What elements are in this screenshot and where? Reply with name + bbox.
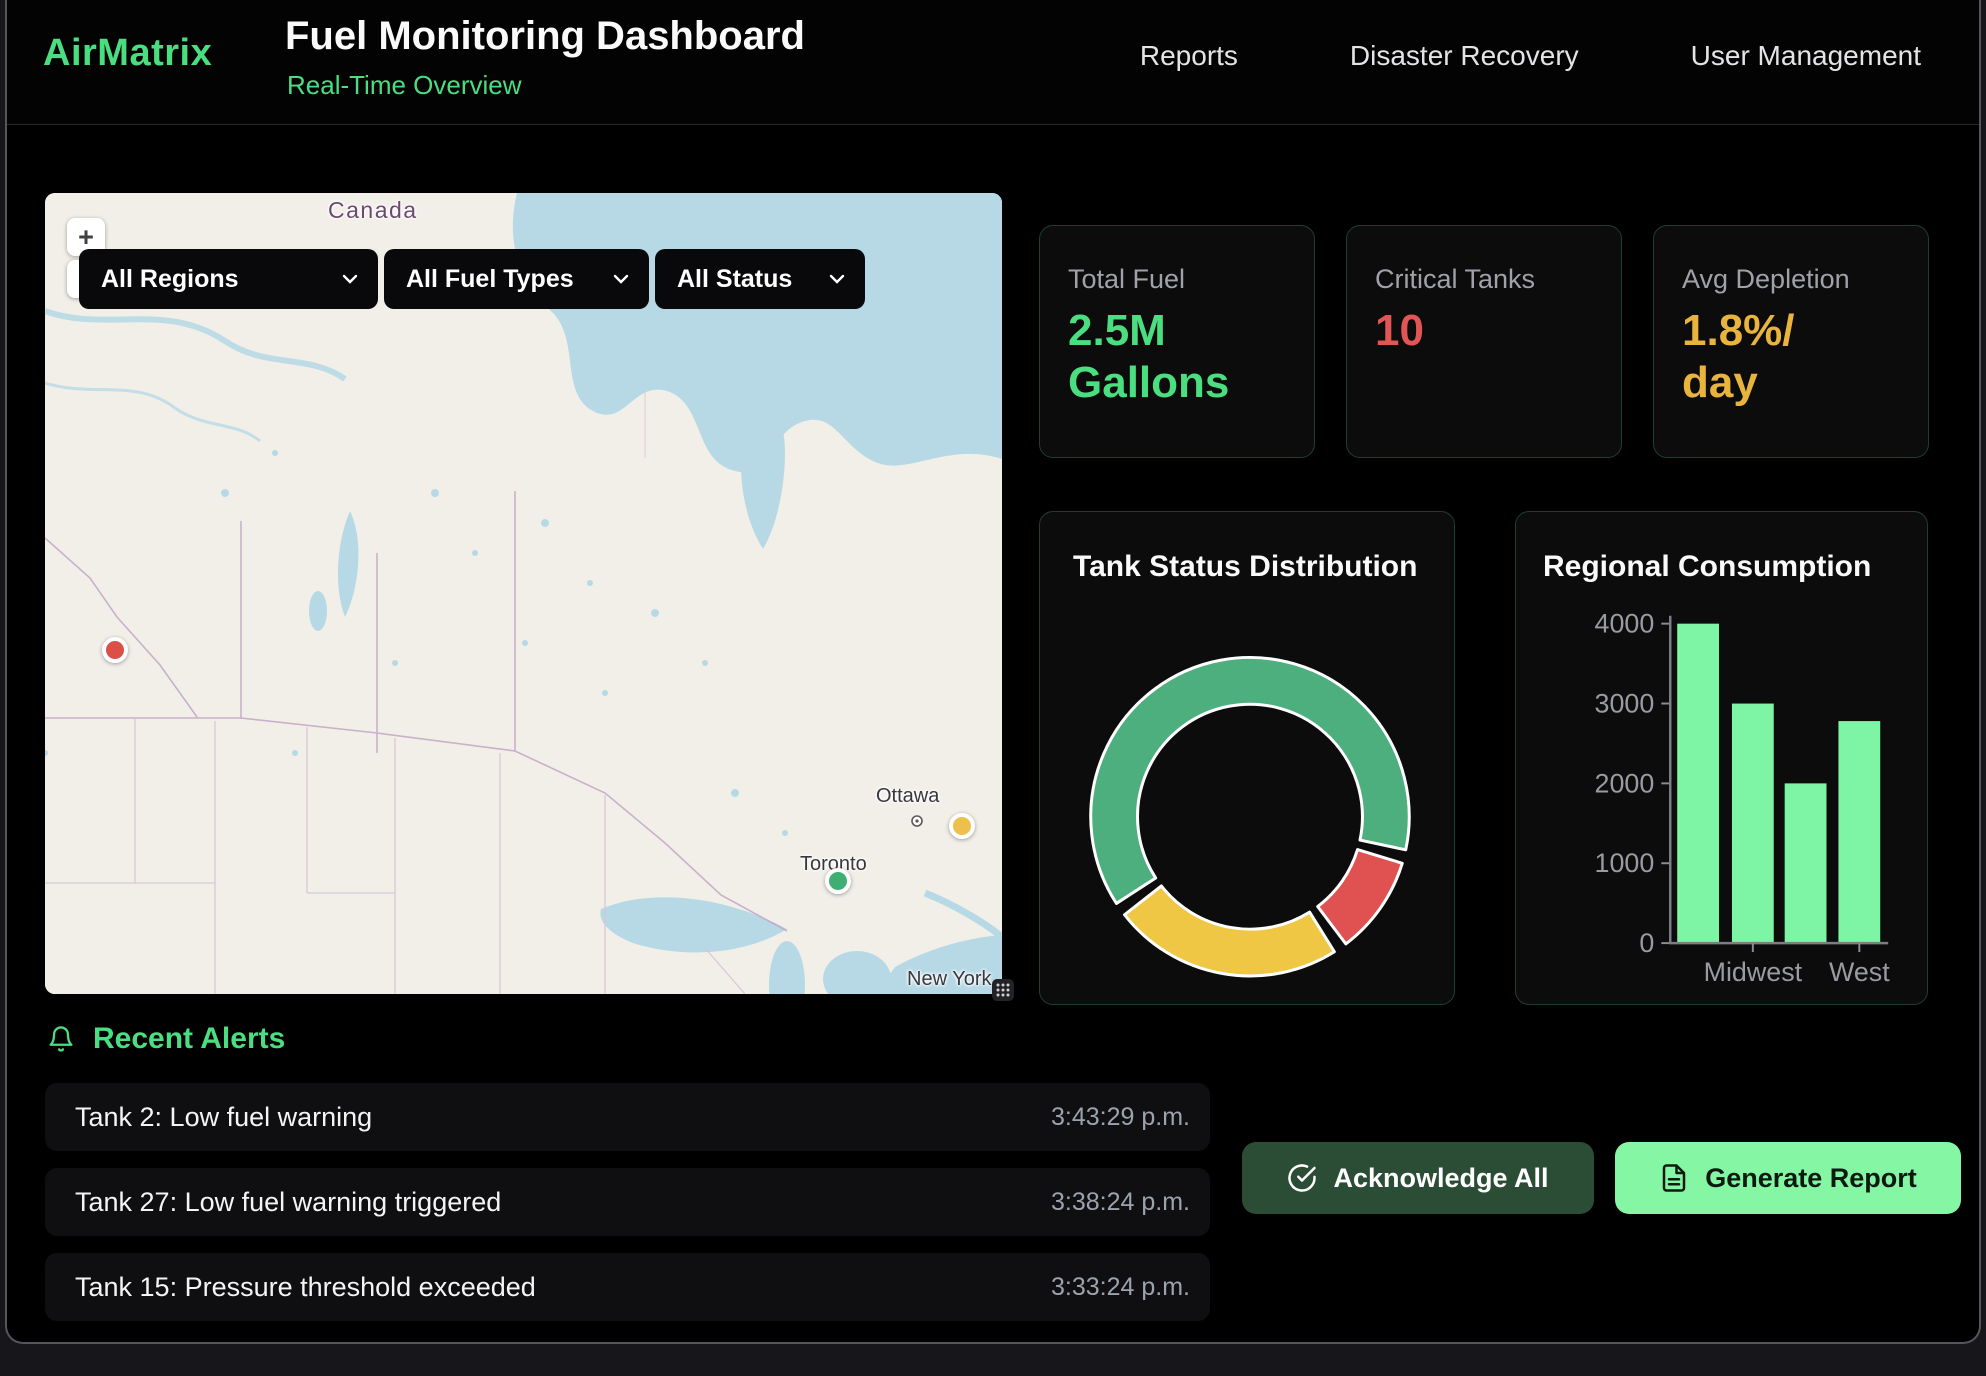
map-marker-warning[interactable] [949,813,975,839]
alert-message: Tank 2: Low fuel warning [75,1102,372,1133]
nav-item-user-management[interactable]: User Management [1691,40,1921,72]
app-window: AirMatrix Fuel Monitoring Dashboard Real… [5,0,1981,1344]
tank-status-donut-chart [1040,512,1454,1004]
map-label-canada: Canada [328,197,418,224]
map-label-ottawa: Ottawa [876,785,939,808]
stat-label: Critical Tanks [1375,264,1593,295]
page-title: Fuel Monitoring Dashboard [285,14,805,59]
stat-label: Total Fuel [1068,264,1286,295]
filter-all-status[interactable]: All Status [655,249,865,309]
stat-card-total-fuel: Total Fuel 2.5MGallons [1039,225,1315,458]
regional-consumption-card: Regional Consumption 01000200030004000Mi… [1515,511,1928,1005]
alert-row[interactable]: Tank 2: Low fuel warning 3:43:29 p.m. [45,1083,1210,1151]
header: AirMatrix Fuel Monitoring Dashboard Real… [7,0,1979,125]
nav-item-disaster-recovery[interactable]: Disaster Recovery [1350,40,1579,72]
regional-consumption-bar-chart: 0 1000 2000 3000 4000 Midwest West [1516,512,1927,1004]
map-marker-normal[interactable] [825,868,851,894]
tank-status-distribution-card: Tank Status Distribution [1039,511,1455,1005]
map-marker-critical[interactable] [102,637,128,663]
recent-alerts-header: Recent Alerts [47,1022,285,1056]
svg-text:0: 0 [1639,928,1654,958]
grip-dots-icon [996,983,1010,997]
alert-timestamp: 3:33:24 p.m. [1051,1273,1190,1302]
recent-alerts-title: Recent Alerts [93,1022,285,1056]
filter-all-status-label: All Status [677,265,792,294]
fuel-map[interactable]: Canada Ottawa Toronto New York + − All R… [45,193,1002,994]
acknowledge-all-label: Acknowledge All [1333,1163,1548,1194]
report-document-icon [1659,1163,1689,1193]
page-subtitle: Real-Time Overview [287,70,522,101]
stat-value: 2.5MGallons [1068,305,1286,409]
filter-all-fuel-types-label: All Fuel Types [406,265,574,294]
main-nav: Reports Disaster Recovery User Managemen… [1140,40,1921,72]
alert-row[interactable]: Tank 27: Low fuel warning triggered 3:38… [45,1168,1210,1236]
filter-all-fuel-types[interactable]: All Fuel Types [384,249,649,309]
bell-icon [47,1024,75,1054]
alert-row[interactable]: Tank 15: Pressure threshold exceeded 3:3… [45,1253,1210,1321]
alert-message: Tank 27: Low fuel warning triggered [75,1187,501,1218]
generate-report-label: Generate Report [1705,1163,1917,1194]
map-resize-handle[interactable] [992,979,1014,1001]
nav-item-reports[interactable]: Reports [1140,40,1238,72]
filter-all-regions[interactable]: All Regions [79,249,378,309]
chevron-down-icon [342,274,358,284]
alert-message: Tank 15: Pressure threshold exceeded [75,1272,536,1303]
svg-text:2000: 2000 [1595,768,1655,798]
chevron-down-icon [829,274,845,284]
map-label-new-york: New York [907,968,992,991]
svg-text:3000: 3000 [1595,688,1655,718]
map-filter-bar: All Regions All Fuel Types All Status [79,249,865,309]
stat-card-avg-depletion: Avg Depletion 1.8%/day [1653,225,1929,458]
brand-logo: AirMatrix [43,32,212,75]
svg-text:West: West [1829,957,1890,987]
stat-label: Avg Depletion [1682,264,1900,295]
acknowledge-all-button[interactable]: Acknowledge All [1242,1142,1594,1214]
alert-timestamp: 3:43:29 p.m. [1051,1103,1190,1132]
generate-report-button[interactable]: Generate Report [1615,1142,1961,1214]
svg-text:4000: 4000 [1595,609,1655,639]
check-circle-icon [1287,1163,1317,1193]
svg-text:1000: 1000 [1595,848,1655,878]
chevron-down-icon [613,274,629,284]
svg-text:Midwest: Midwest [1704,957,1803,987]
stat-value: 10 [1375,305,1593,357]
stat-card-critical-tanks: Critical Tanks 10 [1346,225,1622,458]
stat-value: 1.8%/day [1682,305,1900,409]
filter-all-regions-label: All Regions [101,265,239,294]
alert-timestamp: 3:38:24 p.m. [1051,1188,1190,1217]
